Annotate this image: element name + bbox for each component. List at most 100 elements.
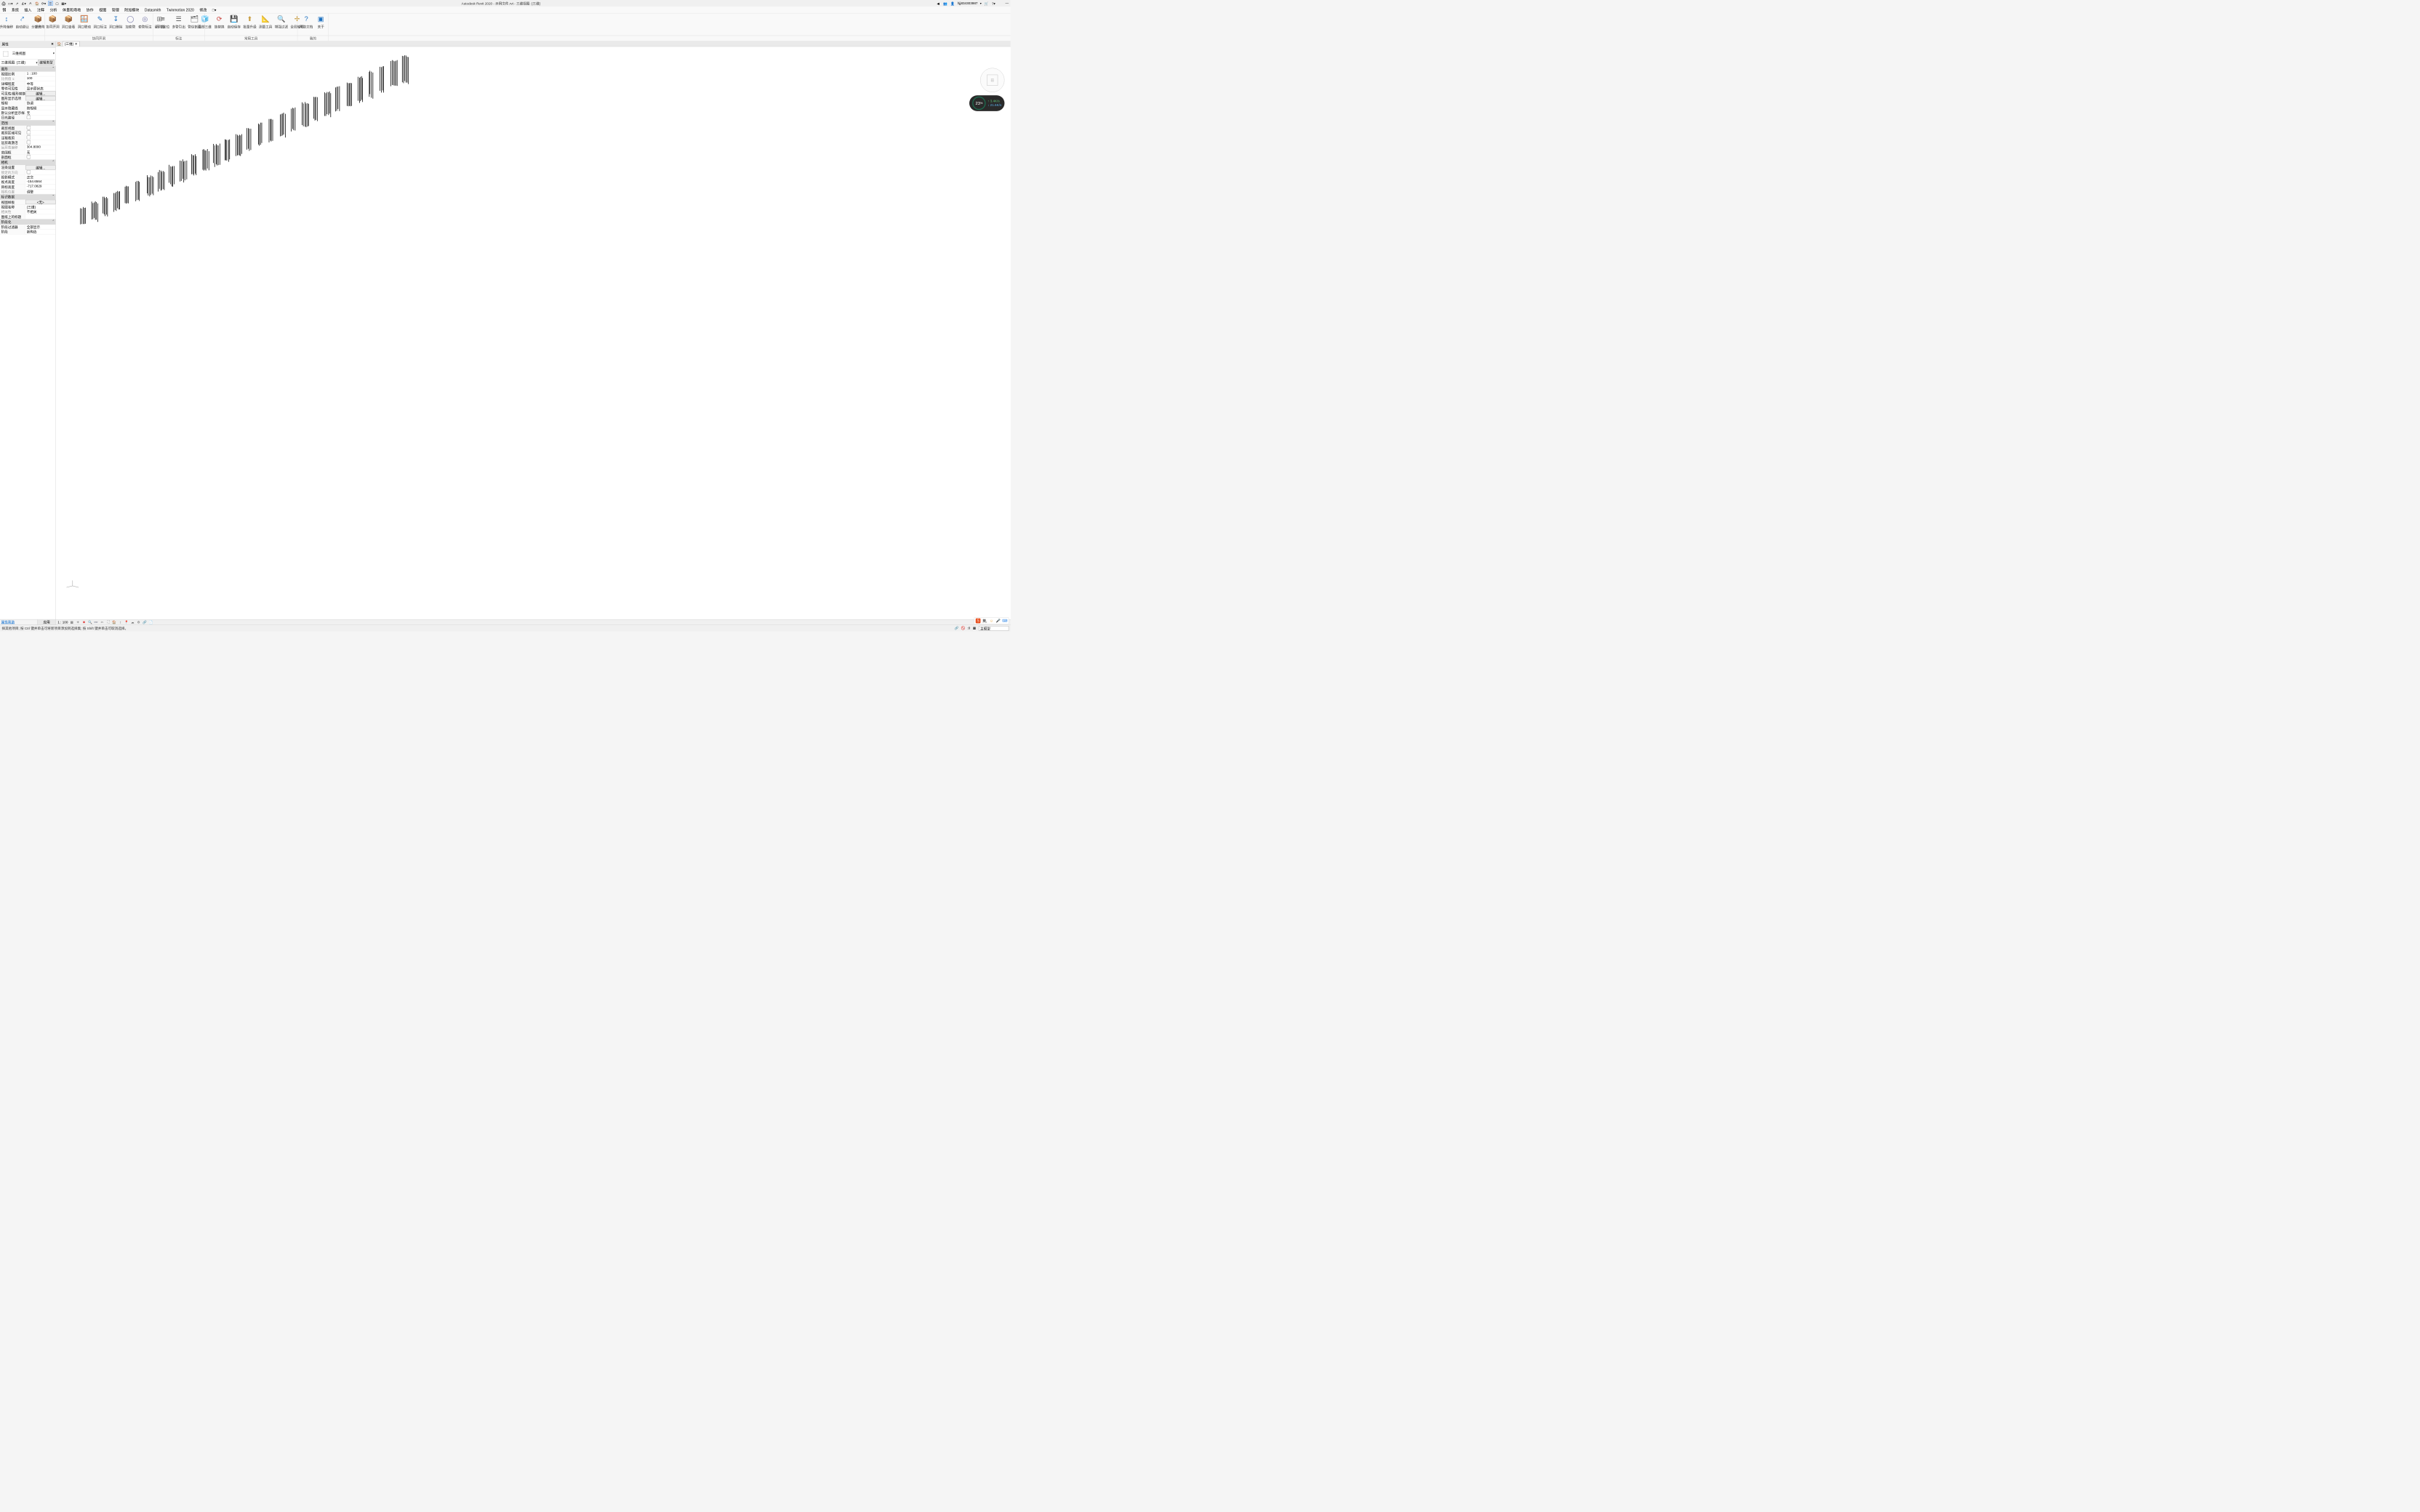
add-sleeve-button[interactable]: ◯加套管	[124, 13, 137, 35]
prop-value[interactable]	[25, 126, 55, 130]
prop-checkbox[interactable]	[27, 140, 31, 144]
label-hole-button[interactable]: ✎洞口标注	[92, 13, 108, 35]
prop-checkbox[interactable]	[27, 126, 31, 129]
qat-icon-4[interactable]: A	[28, 1, 33, 6]
prop-value[interactable]: 正交	[25, 175, 55, 180]
prop-value[interactable]: 协调	[25, 101, 55, 105]
prop-value[interactable]: 全部显示	[25, 225, 55, 229]
prop-value[interactable]: 无	[25, 110, 55, 115]
close-icon[interactable]: ✕	[75, 42, 78, 46]
view-tab-3d[interactable]: {三维} ✕	[63, 41, 80, 47]
nav-cube[interactable]: 前	[980, 68, 1004, 92]
prop-value[interactable]: 100	[25, 76, 55, 81]
prop-value[interactable]: 中等	[25, 81, 55, 86]
prop-value[interactable]: 不相关	[25, 209, 55, 214]
prop-section-header[interactable]: 标识数据⌃	[0, 194, 55, 200]
vcb-icon-8[interactable]: 🏠	[112, 620, 116, 624]
local-3d-button[interactable]: 🧊局部三维	[197, 13, 213, 35]
vcb-icon-7[interactable]: ⛶	[106, 620, 111, 624]
arrow-left-icon[interactable]: ◀	[936, 1, 941, 6]
link-hole-button[interactable]: 🪟洞口联动	[76, 13, 92, 35]
prop-section-header[interactable]: 图形⌃	[0, 66, 55, 72]
prop-section-header[interactable]: 阶段化⌃	[0, 220, 55, 225]
help-icon[interactable]: ?▾	[991, 1, 996, 6]
coop-open-hole-button[interactable]: 📦协同开洞	[45, 13, 61, 35]
prop-section-header[interactable]: 范围⌃	[0, 120, 55, 126]
qat-icon-7[interactable]: ☰	[48, 1, 53, 6]
sb-icon-2[interactable]: 🚫	[961, 626, 966, 631]
label-sleeve-button[interactable]: ◎套管标注	[137, 13, 153, 35]
qat-icon-1[interactable]: ▭▾	[8, 1, 13, 6]
apply-button[interactable]: 应用	[37, 619, 55, 624]
prop-value[interactable]: 编辑...	[25, 165, 55, 169]
prop-value[interactable]: 按规程	[25, 105, 55, 110]
vcb-icon-14[interactable]: 📄	[148, 620, 153, 624]
vcb-icon-3[interactable]: ✖	[82, 620, 87, 624]
vcb-icon-5[interactable]: 👓	[94, 620, 98, 624]
qat-icon-5[interactable]: 🏠	[35, 1, 40, 6]
qat-icon-8[interactable]: ▢	[55, 1, 60, 6]
sb-icon-3[interactable]: ▦	[972, 626, 977, 631]
ime-mic-icon[interactable]: 🎤	[995, 619, 1001, 624]
ime-logo-icon[interactable]: S	[976, 619, 981, 624]
prop-value[interactable]: <无>	[25, 200, 55, 204]
property-help-link[interactable]: 属性帮助	[0, 619, 37, 624]
vcb-icon-1[interactable]: ▦	[70, 620, 74, 624]
qat-icon-6[interactable]: ⟳▾	[41, 1, 47, 6]
prop-value[interactable]: 编辑...	[25, 91, 55, 95]
ime-face-icon[interactable]: ☺	[989, 619, 994, 624]
auto-save-button[interactable]: 💾自动保存	[226, 13, 242, 35]
vcb-icon-6[interactable]: ✂	[100, 620, 105, 624]
menu-item[interactable]: 管理	[112, 7, 119, 12]
edit-type-button[interactable]: 编辑类型	[38, 60, 55, 65]
delete-hole-button[interactable]: ↧洞口删除	[108, 13, 124, 35]
prop-value[interactable]	[25, 140, 55, 145]
prop-checkbox[interactable]	[27, 116, 31, 119]
family-replace-button[interactable]: ⟳族替换	[213, 13, 226, 35]
cart-icon[interactable]: 🛒	[984, 1, 989, 6]
vcb-icon-4[interactable]: 🔍	[88, 620, 92, 624]
prop-value[interactable]	[25, 131, 55, 135]
minimize-icon[interactable]: —	[1004, 1, 1009, 6]
prop-value[interactable]: 调整	[25, 190, 55, 194]
prop-value[interactable]	[25, 135, 55, 140]
view-type-selector[interactable]: ⬚ 三维视图 ▾	[0, 48, 55, 60]
menu-item[interactable]: 协作	[87, 7, 94, 12]
prop-checkbox[interactable]	[27, 170, 31, 174]
multi-pipe-lead-button[interactable]: ☰多管引出	[171, 13, 187, 35]
user-icon[interactable]: 👤	[950, 1, 955, 6]
menu-item[interactable]: 体量和场地	[63, 7, 81, 12]
ime-lang[interactable]: 英,	[982, 619, 987, 624]
menu-item[interactable]: Twinmotion 2020	[167, 8, 194, 12]
menu-item[interactable]: Datasmith	[145, 8, 161, 12]
vcb-icon-13[interactable]: 🔗	[143, 620, 147, 624]
prop-checkbox[interactable]	[27, 135, 31, 139]
help-doc-button[interactable]: ?帮助文档	[298, 13, 314, 35]
prop-checkbox[interactable]	[27, 131, 31, 134]
vcb-icon-12[interactable]: ⚙	[137, 620, 141, 624]
menu-item[interactable]: 修改	[199, 7, 207, 12]
user-name[interactable]: hjj834303987	[958, 1, 978, 5]
view-scale[interactable]: 1 : 100	[57, 620, 68, 624]
prop-value[interactable]	[25, 155, 55, 159]
raise-lower-offset-button[interactable]: ↕升降偏移	[0, 13, 15, 35]
qat-icon-2[interactable]: ↗	[15, 1, 20, 6]
menu-item[interactable]: 系统	[12, 7, 19, 12]
selection-filter[interactable]: 主模型	[979, 626, 1009, 631]
prop-value[interactable]	[25, 116, 55, 120]
close-icon[interactable]: ✕	[51, 42, 54, 47]
prop-value[interactable]: 无	[25, 150, 55, 154]
sb-icon-1[interactable]: 🔗	[954, 626, 959, 631]
menu-item[interactable]: 注释	[37, 7, 44, 12]
nav-cube-face[interactable]: 前	[987, 75, 998, 86]
qat-icon-3[interactable]: ∡▾	[21, 1, 26, 6]
menu-item[interactable]: 附加模块	[124, 7, 139, 12]
about-button[interactable]: ▣关于	[314, 13, 327, 35]
menu-item[interactable]: □▾	[212, 8, 217, 12]
menu-item[interactable]: 分析	[50, 7, 57, 12]
prop-value[interactable]: 1 : 100	[25, 72, 55, 76]
viewport[interactable]: 前 23% ↑ 3.4K/s ↓ 21.6K/s	[56, 47, 1011, 619]
vcb-icon-11[interactable]: ☁	[130, 620, 135, 624]
dim-locate-button[interactable]: ≡尺寸定位	[155, 13, 171, 35]
ime-kbd-icon[interactable]: ⌨	[1002, 619, 1007, 624]
